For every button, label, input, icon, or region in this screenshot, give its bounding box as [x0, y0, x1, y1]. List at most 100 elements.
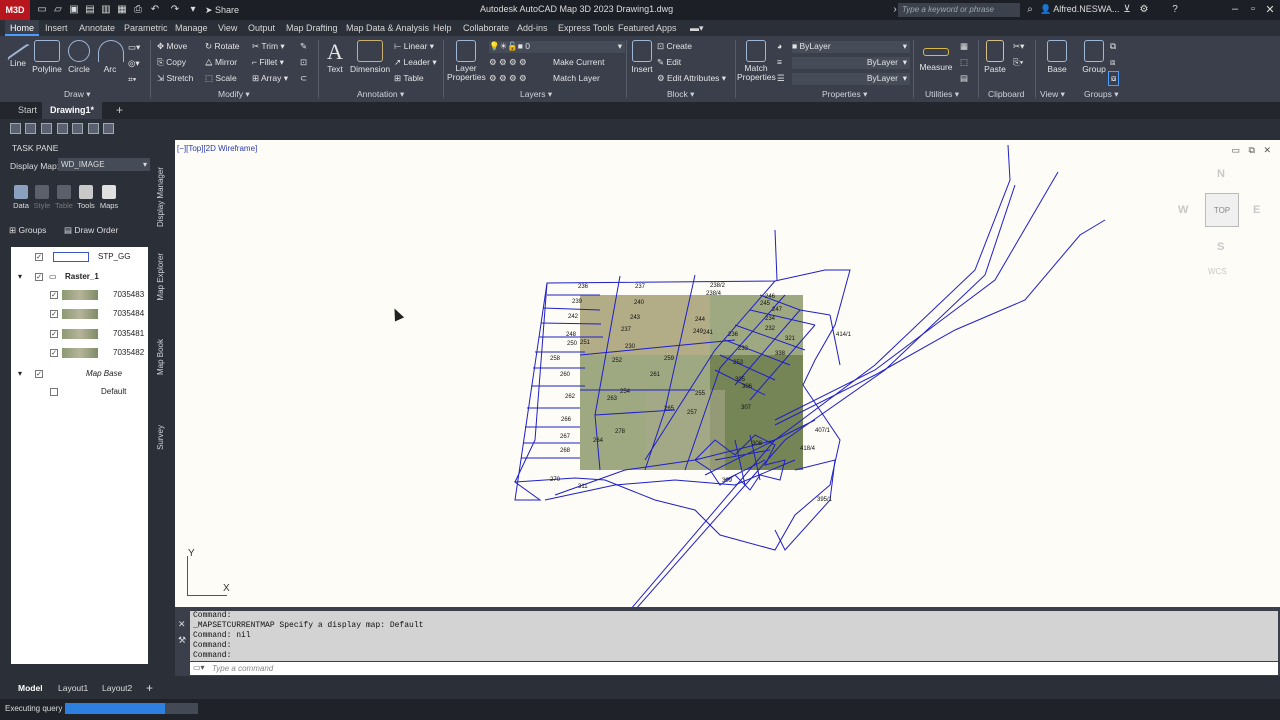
- group-button[interactable]: Group: [1080, 40, 1108, 74]
- layer-checkbox[interactable]: ✓: [35, 253, 43, 261]
- move-button[interactable]: ✥ Move: [157, 41, 187, 52]
- map-tool-2-icon[interactable]: [25, 123, 36, 134]
- layer-row-7035481[interactable]: ✓ 7035481: [11, 325, 148, 343]
- view-panel-label[interactable]: View ▾: [1040, 89, 1065, 100]
- save-as-icon[interactable]: ▤: [83, 3, 97, 17]
- new-icon[interactable]: ▭: [35, 3, 49, 17]
- map-tool-7-icon[interactable]: [103, 123, 114, 134]
- layer-tools-2-icon[interactable]: ⚙ ⚙ ⚙ ⚙: [489, 73, 527, 84]
- tab-manage[interactable]: Manage: [170, 20, 213, 36]
- leader-button[interactable]: ↗ Leader ▾: [394, 57, 437, 68]
- customize-icon[interactable]: ⚒: [178, 635, 186, 646]
- rectangle-icon[interactable]: ▭▾: [128, 42, 140, 53]
- tab-view[interactable]: View: [213, 20, 242, 36]
- display-map-select[interactable]: WD_IMAGE ▾: [58, 158, 150, 171]
- tab-drawing1[interactable]: Drawing1*: [42, 102, 103, 119]
- tab-parametric[interactable]: Parametric: [119, 20, 173, 36]
- user-menu[interactable]: 👤 Alfred.NESWA...: [1040, 4, 1119, 15]
- tab-annotate[interactable]: Annotate: [74, 20, 120, 36]
- layer-checkbox[interactable]: ✓: [50, 291, 58, 299]
- erase-icon[interactable]: ✎: [300, 41, 307, 52]
- annotation-panel-label[interactable]: Annotation ▾: [357, 89, 404, 100]
- layer-checkbox[interactable]: [50, 388, 58, 396]
- tab-add-ins[interactable]: Add-ins: [512, 20, 553, 36]
- print-icon[interactable]: ⎙: [131, 3, 145, 17]
- exchange-icon[interactable]: ⚙: [1137, 3, 1151, 17]
- viewcube-south[interactable]: S: [1217, 241, 1224, 253]
- layer-dropdown[interactable]: 💡☀🔓■ 0 ▾: [489, 41, 625, 53]
- table-button[interactable]: ⊞ Table: [394, 73, 424, 84]
- properties-panel-label[interactable]: Properties ▾: [822, 89, 867, 100]
- save-icon[interactable]: ▣: [67, 3, 81, 17]
- maximize-icon[interactable]: ▫: [1245, 3, 1261, 15]
- cut-icon[interactable]: ✂▾: [1013, 41, 1024, 52]
- layer-checkbox[interactable]: ✓: [35, 370, 43, 378]
- tab-overflow-icon[interactable]: ▬▾: [685, 20, 709, 36]
- style-button[interactable]: Style: [30, 185, 54, 210]
- layer-row-7035484[interactable]: ✓ 7035484: [11, 305, 148, 323]
- minimize-icon[interactable]: –: [1227, 3, 1243, 15]
- layer-checkbox[interactable]: ✓: [50, 349, 58, 357]
- groups-panel-label[interactable]: Groups ▾: [1084, 89, 1119, 100]
- fillet-button[interactable]: ⌐ Fillet ▾: [252, 57, 284, 68]
- copy-clip-icon[interactable]: ⎘▾: [1013, 57, 1023, 68]
- array-button[interactable]: ⊞ Array ▾: [252, 73, 288, 84]
- map-tool-3-icon[interactable]: [41, 123, 52, 134]
- wcs-menu[interactable]: WCS: [1208, 267, 1227, 276]
- close-icon[interactable]: ✕: [1262, 3, 1278, 16]
- select-icon[interactable]: ⬚: [960, 57, 968, 68]
- tab-map-book[interactable]: Map Book: [156, 339, 165, 375]
- tab-featured-apps[interactable]: Featured Apps: [613, 20, 682, 36]
- linetype-dropdown[interactable]: ByLayer ▾: [792, 57, 910, 69]
- drawing-canvas[interactable]: 236 237 238/2 238/4 239 240 242 243 244 241 246245…: [175, 140, 1280, 607]
- match-properties-button[interactable]: Match Properties: [737, 40, 776, 82]
- boundary-icon[interactable]: ⌗▾: [128, 74, 136, 85]
- viewport-window-controls[interactable]: ▭ ⧉ ✕: [1232, 145, 1274, 156]
- add-layout-icon[interactable]: +: [138, 679, 161, 697]
- make-current-button[interactable]: Make Current: [553, 57, 605, 67]
- tab-express-tools[interactable]: Express Tools: [553, 20, 619, 36]
- tab-layout1[interactable]: Layout1: [50, 679, 96, 697]
- match-layer-button[interactable]: Match Layer: [553, 73, 600, 83]
- tab-home[interactable]: Home: [5, 20, 40, 36]
- viewcube-west[interactable]: W: [1178, 204, 1188, 216]
- ungroup-icon[interactable]: ⧉: [1110, 41, 1116, 52]
- viewcube-top[interactable]: TOP: [1205, 193, 1239, 227]
- application-menu-button[interactable]: M3D: [0, 0, 30, 20]
- layer-row-default[interactable]: Default: [11, 383, 148, 401]
- map-tool-1-icon[interactable]: [10, 123, 21, 134]
- plot-icon[interactable]: ▦: [115, 3, 129, 17]
- layer-group-map-base[interactable]: ▾ ✓ Map Base: [11, 365, 148, 383]
- layer-properties-button[interactable]: Layer Properties: [447, 40, 486, 82]
- layer-checkbox[interactable]: ✓: [35, 273, 43, 281]
- lineweight-icon[interactable]: ≡: [777, 57, 782, 67]
- tab-insert[interactable]: Insert: [40, 20, 73, 36]
- redo-icon[interactable]: ↷: [168, 3, 182, 17]
- drawing-viewport[interactable]: 236 237 238/2 238/4 239 240 242 243 244 241 246 245…: [175, 140, 1280, 607]
- create-block-button[interactable]: ⊡ Create: [657, 41, 692, 52]
- groups-button[interactable]: ⊞ Groups: [9, 225, 46, 236]
- layer-row-stp-gg[interactable]: ✓ STP_GG: [11, 248, 148, 266]
- color-wheel-icon[interactable]: ◕: [777, 41, 782, 51]
- polyline-button[interactable]: Polyline: [31, 40, 63, 74]
- tab-model[interactable]: Model: [10, 679, 51, 697]
- search-icon[interactable]: ⌕: [1023, 3, 1037, 17]
- edit-block-button[interactable]: ✎ Edit: [657, 57, 681, 68]
- trim-button[interactable]: ✂ Trim ▾: [252, 41, 285, 52]
- lineweight-dropdown[interactable]: ByLayer ▾: [792, 73, 910, 85]
- text-button[interactable]: A Text: [324, 40, 346, 75]
- group-edit-icon[interactable]: ⧈: [1110, 57, 1115, 68]
- layer-row-7035482[interactable]: ✓ 7035482: [11, 344, 148, 362]
- layers-panel-label[interactable]: Layers ▾: [520, 89, 552, 100]
- tools-button[interactable]: Tools: [74, 185, 98, 210]
- draw-panel-label[interactable]: Draw ▾: [64, 89, 90, 100]
- stretch-button[interactable]: ⇲ Stretch: [157, 73, 193, 84]
- color-dropdown[interactable]: ■ ByLayer ▾: [792, 41, 910, 53]
- quick-select-icon[interactable]: ▤: [960, 73, 968, 84]
- copy-button[interactable]: ⎘ Copy: [157, 57, 186, 68]
- paste-button[interactable]: Paste: [982, 40, 1008, 74]
- arc-button[interactable]: Arc: [98, 40, 124, 74]
- command-prompt-icon[interactable]: ▭▾: [193, 663, 205, 672]
- layer-tools-icon[interactable]: ⚙ ⚙ ⚙ ⚙: [489, 57, 527, 68]
- help-icon[interactable]: ?: [1168, 3, 1182, 17]
